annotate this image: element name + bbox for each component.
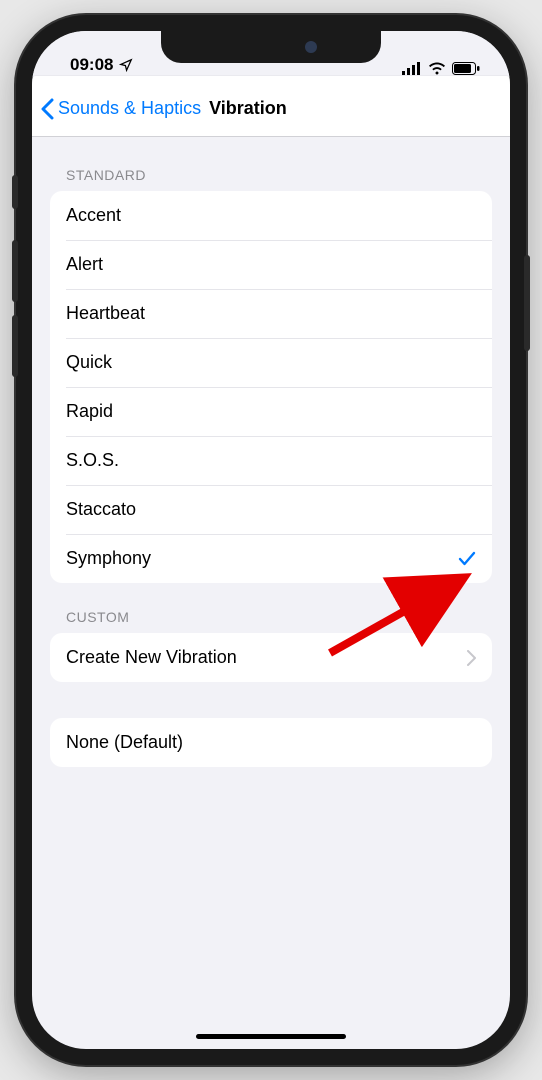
chevron-left-icon (40, 98, 54, 120)
vibration-option-staccato[interactable]: Staccato (50, 485, 492, 534)
volume-up-button (12, 240, 18, 302)
vibration-option-none[interactable]: None (Default) (50, 718, 492, 767)
nav-bar: Sounds & Haptics Vibration (32, 81, 510, 137)
section-header-standard: STANDARD (50, 137, 492, 191)
vibration-option-quick[interactable]: Quick (50, 338, 492, 387)
chevron-right-icon (467, 650, 476, 666)
none-group: None (Default) (50, 718, 492, 767)
vibration-option-symphony[interactable]: Symphony (50, 534, 492, 583)
front-camera (305, 41, 317, 53)
row-label: None (Default) (66, 732, 183, 753)
row-label: Quick (66, 352, 112, 373)
vibration-option-alert[interactable]: Alert (50, 240, 492, 289)
row-label: Rapid (66, 401, 113, 422)
standard-group: Accent Alert Heartbeat Quick Rapid (50, 191, 492, 583)
content: STANDARD Accent Alert Heartbeat Quick (32, 137, 510, 767)
row-label: Alert (66, 254, 103, 275)
cellular-icon (402, 62, 422, 75)
status-time: 09:08 (70, 55, 113, 75)
battery-icon (452, 62, 480, 75)
vibration-option-accent[interactable]: Accent (50, 191, 492, 240)
volume-down-button (12, 315, 18, 377)
create-new-vibration[interactable]: Create New Vibration (50, 633, 492, 682)
section-header-custom: CUSTOM (50, 583, 492, 633)
row-label: S.O.S. (66, 450, 119, 471)
device-frame: 09:08 Sounds & Haptics Vibration STANDAR… (16, 15, 526, 1065)
power-button (524, 255, 530, 351)
status-left: 09:08 (70, 55, 133, 75)
checkmark-icon (458, 551, 476, 567)
back-label: Sounds & Haptics (58, 98, 201, 119)
location-icon (119, 58, 133, 72)
vibration-option-rapid[interactable]: Rapid (50, 387, 492, 436)
row-label: Accent (66, 205, 121, 226)
nav-title: Vibration (209, 98, 287, 119)
vibration-option-heartbeat[interactable]: Heartbeat (50, 289, 492, 338)
row-label: Heartbeat (66, 303, 145, 324)
row-label: Create New Vibration (66, 647, 237, 668)
custom-group: Create New Vibration (50, 633, 492, 682)
notch (161, 31, 381, 63)
row-label: Symphony (66, 548, 151, 569)
silence-switch (12, 175, 18, 209)
wifi-icon (428, 62, 446, 75)
back-button[interactable]: Sounds & Haptics (40, 98, 201, 120)
row-label: Staccato (66, 499, 136, 520)
vibration-option-sos[interactable]: S.O.S. (50, 436, 492, 485)
status-right (402, 62, 480, 75)
home-indicator[interactable] (196, 1034, 346, 1039)
screen: 09:08 Sounds & Haptics Vibration STANDAR… (32, 31, 510, 1049)
